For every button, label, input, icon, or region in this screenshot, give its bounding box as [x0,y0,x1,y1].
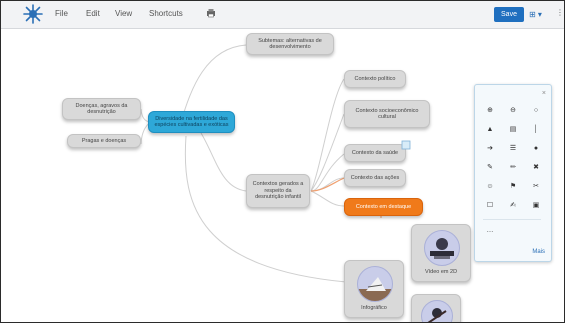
image-node-infografico[interactable]: Infográfico [344,260,404,318]
image-caption: Vídeo em 2D [424,269,458,275]
palette-more-link[interactable]: Mais [532,249,545,255]
tool-palette: × ⊕ ⊖ ○ ▲ ▤ │ ➔ ☰ ● ✎ ✏ ✖ ☺ ⚑ ✂ ☐ ✍ ▣ … … [474,84,552,262]
view-mode-button[interactable]: ⊞ ▾ [529,7,551,22]
image-insert-icon[interactable]: ▣ [530,200,542,212]
close-icon[interactable]: × [542,90,546,97]
checkbox-icon[interactable]: ☐ [484,200,496,212]
mindmap-canvas[interactable]: Doenças, agravos da desnutrição Pragas e… [1,28,564,322]
note-pen-icon[interactable]: ✍ [507,200,519,212]
node-right-1[interactable]: Contexto político [344,70,406,88]
image-caption: Infográfico [361,305,387,311]
image-node-video[interactable]: Vídeo em 2D [411,224,471,282]
image-thumbnail [357,266,393,302]
node-center[interactable]: Contextos gerados a respeito da desnutri… [246,174,310,208]
circle-shape-icon[interactable]: ○ [530,105,542,117]
menu-view[interactable]: View [115,9,132,18]
text-color-icon[interactable]: ▲ [484,124,496,136]
zoom-out-icon[interactable]: ⊖ [507,105,519,117]
node-right-2[interactable]: Contexto socioeconômico cultural [344,100,430,128]
more-options-icon[interactable]: ⋮ [556,8,564,20]
image-node-3[interactable] [411,294,461,322]
flag-icon[interactable]: ⚑ [507,181,519,193]
app-logo-icon[interactable] [23,4,43,24]
menu-file[interactable]: File [55,9,68,18]
menu-edit[interactable]: Edit [86,9,100,18]
node-root[interactable]: Diversidade na fertilidade das espécies … [148,111,235,133]
save-button[interactable]: Save [494,7,524,22]
menu-shortcuts[interactable]: Shortcuts [149,9,183,18]
more-tools-icon[interactable]: … [484,225,496,237]
cut-icon[interactable]: ✂ [530,181,542,193]
node-right-4[interactable]: Contexto das ações [344,169,406,187]
image-thumbnail [421,300,453,322]
node-left-1[interactable]: Doenças, agravos da desnutrição [62,98,141,120]
print-icon[interactable] [206,8,216,18]
node-right-3[interactable]: Contexto da saúde [344,144,406,162]
zoom-in-icon[interactable]: ⊕ [484,105,496,117]
node-right-5-selected[interactable]: Contexto em destaque [344,198,423,216]
edit-icon[interactable]: ✏ [507,162,519,174]
layout-icon[interactable]: ▤ [507,124,519,136]
node-top[interactable]: Subtemas: alternativas de desenvolviment… [246,33,334,55]
list-icon[interactable]: ☰ [507,143,519,155]
line-icon[interactable]: │ [530,124,542,136]
toolbar: File Edit View Shortcuts Save ⊞ ▾ ⋮ [1,1,564,29]
image-thumbnail [424,230,460,266]
arrow-icon[interactable]: ➔ [484,143,496,155]
delete-icon[interactable]: ✖ [530,162,542,174]
palette-divider [483,219,541,220]
pencil-icon[interactable]: ✎ [484,162,496,174]
node-left-2[interactable]: Pragas e doenças [67,134,141,148]
emoji-icon[interactable]: ☺ [484,181,496,193]
app-window: File Edit View Shortcuts Save ⊞ ▾ ⋮ Doen… [0,0,565,323]
note-icon[interactable] [401,140,411,150]
dot-icon[interactable]: ● [530,143,542,155]
